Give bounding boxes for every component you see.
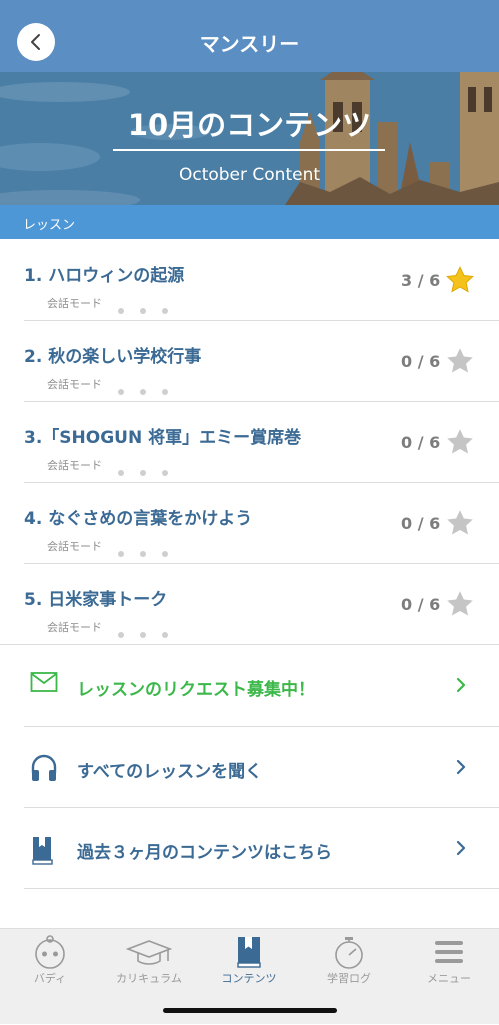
tab-label: 学習ログ: [327, 972, 371, 985]
buddy-icon: [35, 935, 65, 969]
lesson-progress: 0 / 6: [401, 595, 441, 614]
lesson-progress: 0 / 6: [401, 514, 441, 533]
star-icon: [447, 591, 473, 616]
lesson-title: 5. 日米家事トーク: [24, 590, 168, 610]
tab-label: メニュー: [427, 972, 471, 985]
all-lessons-label: すべてのレッスンを聞く: [77, 762, 263, 782]
lesson-mode: 会話モード: [47, 297, 102, 310]
lesson-progress: 3 / 6: [401, 271, 441, 290]
all-lessons-row[interactable]: すべてのレッスンを聞く: [0, 727, 499, 808]
divider: [24, 888, 499, 889]
request-lesson-row[interactable]: レッスンのリクエスト募集中！: [0, 645, 499, 726]
tab-buddy[interactable]: バディ: [0, 929, 100, 1025]
mode-dots: [118, 542, 184, 561]
star-icon: [447, 510, 473, 535]
stopwatch-icon: [335, 937, 363, 969]
lesson-progress: 0 / 6: [401, 352, 441, 371]
graduation-cap-icon: [126, 940, 172, 965]
lesson-mode: 会話モード: [47, 378, 102, 391]
lesson-title: 3.「SHOGUN 将軍」エミー賞席巻: [24, 428, 302, 448]
chevron-right-icon: [456, 759, 466, 775]
mode-dots: [118, 380, 184, 399]
book-icon: [32, 837, 53, 865]
tab-label: カリキュラム: [116, 972, 182, 985]
mode-dots: [118, 623, 184, 642]
lesson-title: 4. なぐさめの言葉をかけよう: [24, 509, 253, 529]
mode-dots: [118, 299, 184, 318]
hero-divider: [113, 149, 385, 151]
hero-subtitle: October Content: [178, 165, 321, 185]
lesson-mode: 会話モード: [47, 540, 102, 553]
star-icon: [446, 266, 474, 293]
page-title: マンスリー: [199, 32, 300, 56]
tab-menu[interactable]: メニュー: [399, 929, 499, 1025]
hero-banner: 10月のコンテンツ October Content: [0, 72, 499, 205]
book-icon: [237, 937, 261, 968]
past-contents-label: 過去３ヶ月のコンテンツはこちら: [77, 843, 332, 863]
lesson-title: 2. 秋の楽しい学校行事: [24, 347, 202, 367]
chevron-right-icon: [456, 840, 466, 856]
tab-label: コンテンツ: [221, 972, 277, 985]
menu-icon: [435, 941, 463, 963]
hero-title: 10月のコンテンツ: [127, 108, 372, 142]
headphones-icon: [31, 754, 57, 781]
mode-dots: [118, 461, 184, 480]
lesson-title: 1. ハロウィンの起源: [24, 266, 185, 286]
lesson-item[interactable]: 3.「SHOGUN 将軍」エミー賞席巻 会話モード 0 / 6: [0, 402, 499, 483]
nav-header: マンスリー: [0, 0, 499, 72]
star-icon: [447, 348, 473, 373]
lesson-item[interactable]: 2. 秋の楽しい学校行事 会話モード 0 / 6: [0, 321, 499, 402]
chevron-right-icon: [456, 677, 466, 693]
lesson-mode: 会話モード: [47, 621, 102, 634]
lesson-progress: 0 / 6: [401, 433, 441, 452]
section-header-lessons: レッスン: [0, 205, 499, 239]
lesson-item[interactable]: 4. なぐさめの言葉をかけよう 会話モード 0 / 6: [0, 483, 499, 564]
request-lesson-label: レッスンのリクエスト募集中！: [77, 680, 315, 700]
lesson-item[interactable]: 1. ハロウィンの起源 会話モード 3 / 6: [0, 240, 499, 321]
lesson-item[interactable]: 5. 日米家事トーク 会話モード 0 / 6: [0, 564, 499, 645]
lesson-mode: 会話モード: [47, 459, 102, 472]
home-indicator: [163, 1008, 337, 1013]
tab-label: バディ: [33, 972, 67, 985]
mail-icon: [30, 672, 58, 692]
star-icon: [447, 429, 473, 454]
past-contents-row[interactable]: 過去３ヶ月のコンテンツはこちら: [0, 808, 499, 889]
